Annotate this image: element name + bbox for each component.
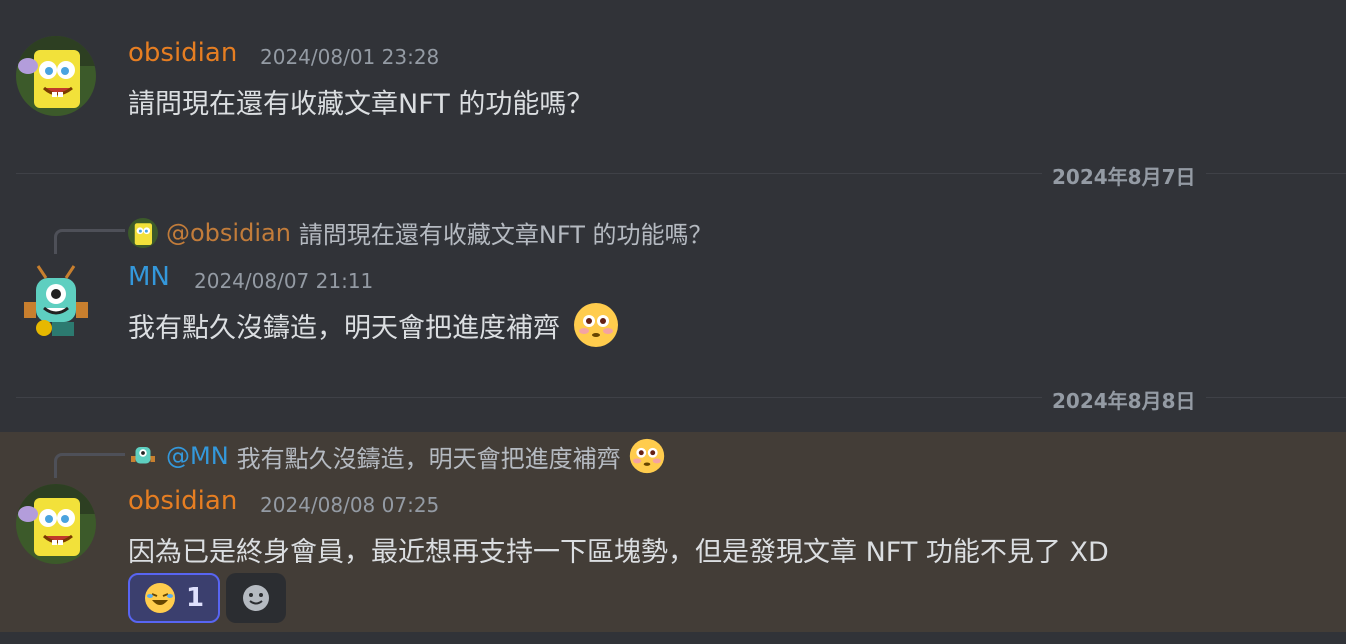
timestamp[interactable]: 2024/08/08 07:25 (260, 493, 439, 517)
avatar-mn[interactable] (16, 262, 96, 342)
reaction-rofl[interactable]: 1 (128, 573, 221, 623)
author-name[interactable]: obsidian (128, 38, 237, 68)
message-content: 因為已是終身會員，最近想再支持一下區塊勢，但是發現文章 NFT 功能不見了 XD (128, 537, 1109, 568)
message-content: 請問現在還有收藏文章NFT 的功能嗎？ (128, 89, 594, 120)
date-divider-label: 2024年8月8日 (1042, 385, 1206, 414)
timestamp[interactable]: 2024/08/07 21:11 (194, 269, 373, 293)
reply-avatar-mn-icon (128, 441, 158, 471)
author-name[interactable]: obsidian (128, 486, 237, 516)
flushed-face-icon[interactable] (574, 303, 618, 347)
reply-mention[interactable]: @obsidian (166, 219, 291, 247)
author-name[interactable]: MN (128, 262, 170, 292)
flushed-face-icon (629, 438, 665, 474)
avatar-obsidian[interactable] (16, 484, 96, 564)
reaction-count: 1 (186, 583, 205, 613)
rofl-face-icon (144, 582, 176, 614)
reply-preview[interactable]: @obsidian 請問現在還有收藏文章NFT 的功能嗎？ (128, 215, 713, 250)
reply-connector (54, 453, 125, 478)
avatar-obsidian[interactable] (16, 36, 96, 116)
reply-connector (54, 229, 125, 254)
timestamp[interactable]: 2024/08/01 23:28 (260, 45, 439, 69)
message-content: 我有點久沒鑄造，明天會把進度補齊 (128, 303, 618, 347)
add-reaction-button[interactable] (226, 573, 286, 623)
reply-text: 請問現在還有收藏文章NFT 的功能嗎？ (298, 221, 713, 249)
date-divider-label: 2024年8月7日 (1042, 161, 1206, 190)
add-emoji-icon (241, 583, 271, 613)
message-text: 我有點久沒鑄造，明天會把進度補齊 (128, 312, 560, 344)
reply-mention[interactable]: @MN (166, 442, 229, 470)
reply-avatar-obsidian-icon (128, 217, 158, 248)
reply-text: 我有點久沒鑄造，明天會把進度補齊 (236, 444, 621, 473)
reply-preview[interactable]: @MN 我有點久沒鑄造，明天會把進度補齊 (128, 438, 665, 474)
